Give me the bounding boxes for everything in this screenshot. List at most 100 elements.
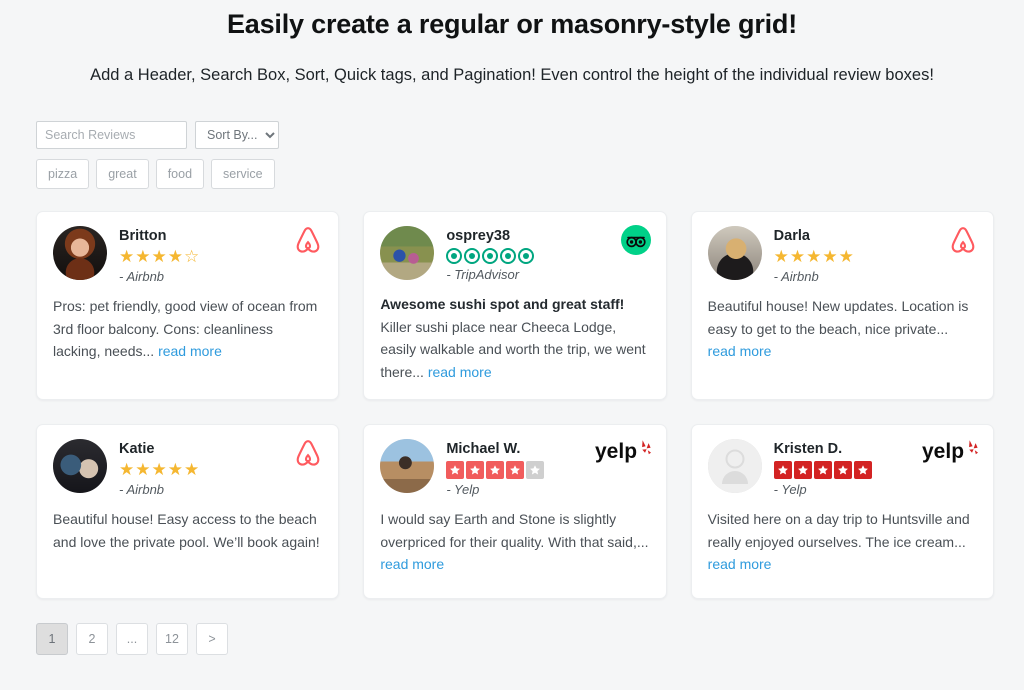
yelp-star-icon [853,461,872,479]
read-more-link[interactable]: read more [708,343,772,359]
quick-tag-food[interactable]: food [155,159,205,189]
review-body: Visited here on a day trip to Huntsville… [708,508,977,576]
review-controls: Sort By... [36,121,1024,149]
review-source: - Yelp [773,482,807,497]
reviewer-meta: Britton ★ ★ ★ ★ ☆ - Airbnb [119,226,199,284]
tripadvisor-dot-icon [446,248,463,264]
yelp-star-icon [833,461,852,479]
tripadvisor-dot-icon [482,248,499,264]
tripadvisor-dot-icon [518,248,535,264]
review-header: Katie ★ ★ ★ ★ ★ - Airbnb [53,439,322,497]
review-body: I would say Earth and Stone is slightly … [380,508,649,576]
reviewer-name: Britton [119,228,167,244]
review-card[interactable]: osprey38 - TripAdvisor Awesome sushi spot … [363,211,667,400]
star-icon: ★ [773,247,789,266]
quick-tag-great[interactable]: great [96,159,149,189]
reviewer-name: osprey38 [446,228,511,244]
pagination-button[interactable]: ... [116,623,148,655]
quick-tags: pizza great food service [36,159,1024,189]
star-icon: ★ [151,247,167,266]
reviewer-meta: Kristen D. - Yelp [773,439,872,497]
reviewer-meta: osprey38 - TripAdvisor [446,226,535,282]
star-rating: ★ ★ ★ ★ ☆ [119,247,199,266]
reviews-grid: Britton ★ ★ ★ ★ ☆ - Airbnb Pros: pet friendly, … [0,211,1024,599]
yelp-star-icon [506,461,525,479]
read-more-link[interactable]: read more [708,556,772,572]
page-subtitle: Add a Header, Search Box, Sort, Quick ta… [90,66,934,84]
star-icon: ★ [151,460,167,479]
svg-text:yelp: yelp [922,440,964,463]
pagination-button[interactable]: 2 [76,623,108,655]
yelp-star-icon [486,461,505,479]
sort-by-select[interactable]: Sort By... [195,121,279,149]
review-card[interactable]: Katie ★ ★ ★ ★ ★ - Airbnb Beautiful house! Easy … [36,424,340,599]
review-source: - TripAdvisor [446,267,520,282]
review-card[interactable]: Britton ★ ★ ★ ★ ☆ - Airbnb Pros: pet friendly, … [36,211,340,400]
review-text: I would say Earth and Stone is slightly … [380,511,649,550]
quick-tag-pizza[interactable]: pizza [36,159,90,189]
yelp-rating [773,461,872,479]
review-header: Britton ★ ★ ★ ★ ☆ - Airbnb [53,226,322,284]
avatar [707,439,762,493]
review-card[interactable]: yelp Michael W. - Yelp I would say Earth an… [363,424,667,599]
review-body: Pros: pet friendly, good view of ocean f… [53,295,322,363]
avatar-photo [380,226,435,280]
reviewer-meta: Darla ★ ★ ★ ★ ★ - Airbnb [774,226,854,284]
star-icon: ★ [822,247,838,266]
yelp-rating [446,461,545,479]
star-icon: ★ [167,460,183,479]
star-rating: ★ ★ ★ ★ ★ [774,247,854,266]
review-card[interactable]: yelp Kristen D. - Yelp Visited here on a da… [690,424,994,599]
reviewer-name: Katie [119,441,155,457]
pagination-button[interactable]: > [196,623,228,655]
read-more-link[interactable]: read more [380,556,444,572]
avatar-photo [53,226,107,280]
default-avatar-icon [707,439,762,493]
star-icon: ★ [789,247,806,266]
yelp-star-icon [526,461,545,479]
pagination: 1 2... 12 > [36,623,1024,655]
review-body: Awesome sushi spot and great staff! Kill… [380,293,649,383]
review-body: Beautiful house! Easy access to the beac… [53,508,322,553]
reviewer-name: Michael W. [446,441,521,457]
page-title: Easily create a regular or masonry-style… [226,9,798,39]
review-card[interactable]: Darla ★ ★ ★ ★ ★ - Airbnb Beautiful house! New u… [690,211,994,400]
star-icon: ★ [135,247,151,266]
review-header: Darla ★ ★ ★ ★ ★ - Airbnb [707,226,977,284]
star-icon: ★ [167,247,183,266]
star-icon: ☆ [184,247,200,266]
pagination-button[interactable]: 12 [156,623,188,655]
review-text: Beautiful house! Easy access to the beac… [53,511,320,550]
review-body: Beautiful house! New updates. Location i… [708,295,977,363]
svg-text:yelp: yelp [595,440,637,463]
search-input[interactable] [36,121,187,149]
yelp-star-icon [446,461,465,479]
review-source: - Yelp [446,482,480,497]
airbnb-logo-icon [948,225,978,262]
star-icon: ★ [119,247,135,266]
tripadvisor-rating [446,248,535,264]
yelp-star-icon [773,461,792,479]
tripadvisor-dot-icon [464,248,481,264]
star-icon: ★ [838,247,854,266]
pagination-button[interactable]: 1 [36,623,68,655]
airbnb-logo-icon [293,225,323,262]
read-more-link[interactable]: read more [158,343,222,359]
yelp-logo-icon: yelp [595,438,651,469]
review-title: Awesome sushi spot and great staff! [380,296,625,312]
avatar-photo [380,439,435,493]
star-rating: ★ ★ ★ ★ ★ [119,460,199,479]
airbnb-logo-icon [293,438,323,475]
star-icon: ★ [806,247,822,266]
reviewer-meta: Katie ★ ★ ★ ★ ★ - Airbnb [119,439,199,497]
read-more-link[interactable]: read more [428,364,492,380]
star-icon: ★ [135,460,151,479]
star-icon: ★ [119,460,135,479]
review-source: - Airbnb [119,482,165,497]
quick-tag-service[interactable]: service [211,159,275,189]
avatar [380,226,435,280]
avatar [380,439,435,493]
tripadvisor-logo-icon [620,225,651,260]
avatar-photo [707,226,762,280]
reviewer-name: Darla [773,228,810,244]
